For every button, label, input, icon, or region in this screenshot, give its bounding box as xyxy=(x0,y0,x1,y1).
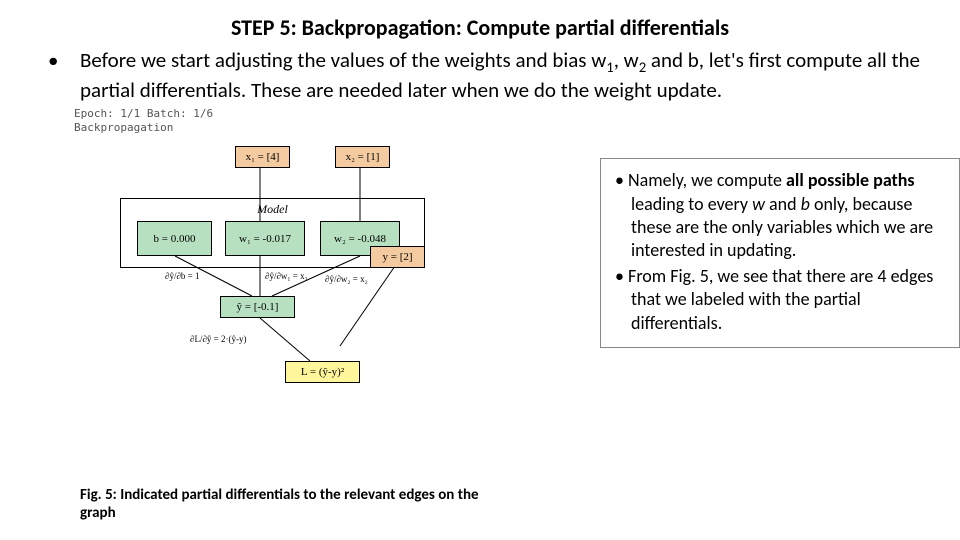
edge-label-dw2: ∂ŷ/∂w₂ = x₂ xyxy=(325,274,368,284)
node-x1: x₁ = [4] xyxy=(235,146,290,168)
side-notes-box: Namely, we compute all possible paths le… xyxy=(600,158,960,348)
node-w1: w₁ = -0.017 xyxy=(225,221,305,256)
node-loss: L = (ŷ-y)² xyxy=(285,361,360,383)
edge-label-dL: ∂L/∂ŷ = 2·(ŷ-y) xyxy=(190,334,246,344)
terminal-output: Epoch: 1/1 Batch: 1/6 Backpropagation xyxy=(0,103,960,135)
node-b: b = 0.000 xyxy=(137,221,212,256)
figure-caption: Fig. 5: Indicated partial differentials … xyxy=(80,486,510,522)
node-yhat: ŷ = [-0.1] xyxy=(220,296,295,318)
intro-text-2: , w xyxy=(614,47,639,73)
terminal-line-2: Backpropagation xyxy=(74,121,960,135)
slide-title: STEP 5: Backpropagation: Compute partial… xyxy=(0,0,960,41)
terminal-line-1: Epoch: 1/1 Batch: 1/6 xyxy=(74,107,960,121)
node-y: y = [2] xyxy=(370,246,425,268)
edge-label-dw1: ∂ŷ/∂w₁ = x₁ xyxy=(265,271,308,281)
side-bullet-2: From Fig. 5, we see that there are 4 edg… xyxy=(615,265,949,335)
intro-paragraph: •Before we start adjusting the values of… xyxy=(0,41,960,103)
intro-text-1: Before we start adjusting the values of … xyxy=(80,47,606,73)
side-bullet-1: Namely, we compute all possible paths le… xyxy=(615,169,949,263)
graph-diagram: Model x₁ = [4] x₂ = [1] b = 0.000 w₁ = -… xyxy=(60,136,580,416)
node-x2: x₂ = [1] xyxy=(335,146,390,168)
model-label: Model xyxy=(121,202,424,217)
edge-label-db: ∂ŷ/∂b = 1 xyxy=(165,271,199,281)
